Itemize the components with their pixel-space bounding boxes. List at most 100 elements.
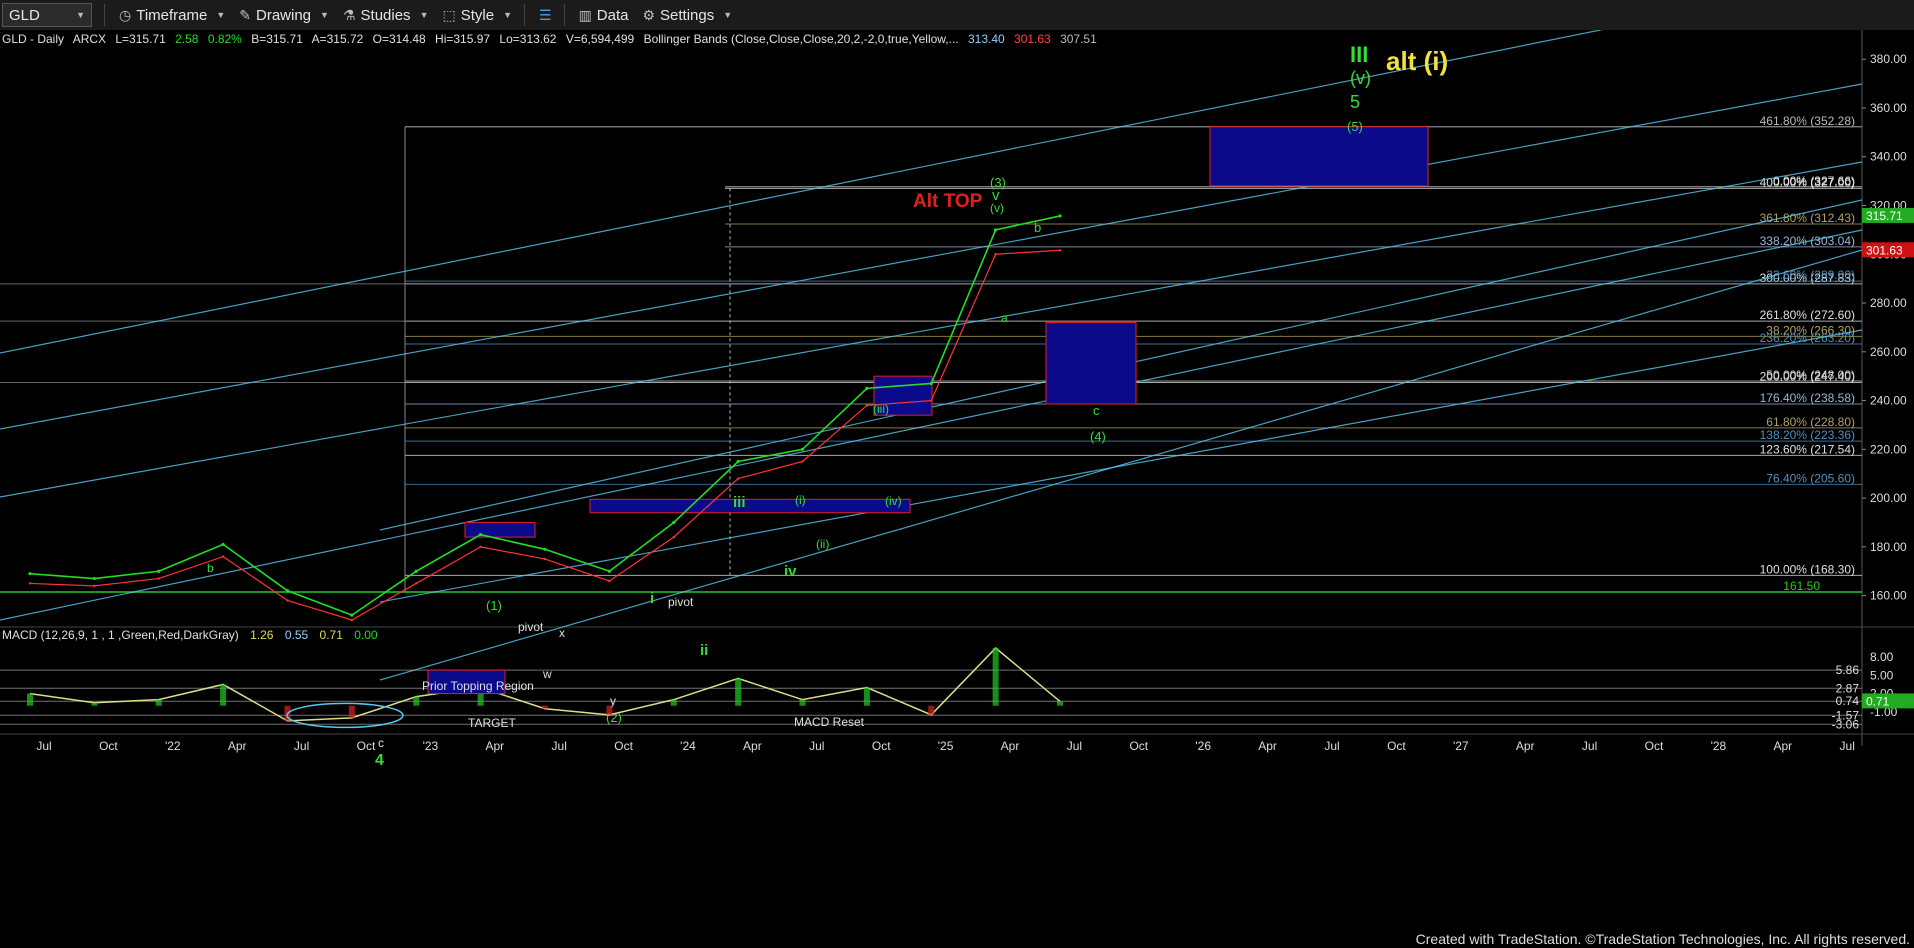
layout-icon: ☰: [539, 6, 552, 23]
price-point: [672, 520, 676, 525]
header-change: 2.58: [175, 32, 199, 46]
data-button[interactable]: ▥ Data: [579, 7, 629, 24]
price-tick-label: 180.00: [1870, 540, 1907, 554]
macd-level-label: -3.06: [1832, 717, 1860, 731]
chevron-down-icon: ▼: [419, 10, 429, 20]
wave-label-5-paren: (5): [1347, 119, 1363, 134]
chevron-down-icon: ▼: [320, 10, 329, 20]
macd-histogram-bar: [799, 699, 806, 706]
macd-histogram-bar: [928, 705, 935, 715]
style-button[interactable]: ⬚ Style ▼: [442, 7, 512, 24]
wave-label-v-paren-top: (v): [1350, 68, 1371, 88]
time-axis-label: Jul: [1067, 739, 1082, 753]
layout-button[interactable]: ☰: [539, 7, 552, 24]
bollinger-point: [28, 582, 32, 585]
macd-level-label: 0.74: [1836, 694, 1860, 708]
macd-level-label: 5.86: [1836, 663, 1860, 677]
wave-label-w: w: [542, 667, 552, 681]
price-tick-label: 260.00: [1870, 345, 1907, 359]
wave-label-ii-paren: (ii): [816, 537, 829, 551]
price-point: [929, 381, 933, 386]
bb-lower-tag: 301.63: [1866, 243, 1903, 257]
wave-label-III: III: [1350, 42, 1368, 67]
header-bb-lower: 301.63: [1014, 32, 1051, 46]
macd-header: MACD (12,26,9, 1 , 1 ,Green,Red,DarkGray…: [2, 628, 378, 642]
bar-chart-icon: ▥: [578, 6, 592, 23]
timeframe-button[interactable]: ◷ Timeframe ▼: [119, 7, 225, 24]
header-last: L=315.71: [115, 32, 166, 46]
macd-level-label: 2.87: [1836, 681, 1860, 695]
time-axis-label: Oct: [1129, 739, 1148, 753]
fib-level-label: 50.00% (248.00): [1766, 368, 1855, 382]
macd-label: MACD (12,26,9, 1 , 1 ,Green,Red,DarkGray…: [2, 628, 239, 642]
wave-label-a: a: [1001, 311, 1008, 325]
macd-histogram-bar: [348, 705, 355, 718]
drawing-label: Drawing: [256, 6, 312, 24]
time-axis-label: '23: [423, 739, 439, 753]
settings-button[interactable]: ⚙ Settings ▼: [642, 7, 732, 24]
price-point: [350, 613, 354, 617]
pivot-label-2: pivot: [518, 620, 544, 634]
bollinger-point: [865, 404, 869, 407]
macd-histogram-bar: [542, 705, 548, 709]
header-instrument: GLD - Daily: [2, 32, 64, 46]
studies-button[interactable]: ⚗ Studies ▼: [343, 7, 429, 24]
price-point: [994, 228, 998, 232]
style-label: Style: [460, 6, 495, 24]
time-axis-label: Oct: [99, 739, 118, 753]
price-tick-label: 360.00: [1870, 101, 1907, 115]
wave-label-ii: ii: [700, 642, 708, 659]
macd-histogram-bar: [1057, 701, 1063, 706]
bollinger-point: [415, 582, 418, 585]
chart-toolbar: GLD ▼ ◷ Timeframe ▼ ✎ Drawing ▼ ⚗ Studie…: [0, 0, 1914, 31]
macd-histogram-bar: [735, 678, 742, 706]
macd-histogram-bar: [91, 702, 98, 706]
price-tick-label: 240.00: [1870, 394, 1907, 408]
price-chart[interactable]: GLD - Daily ARCX L=315.71 2.58 0.82% B=3…: [0, 30, 1914, 930]
footer: Created with TradeStation. ©TradeStation…: [0, 930, 1914, 948]
price-point: [607, 569, 611, 573]
data-label: Data: [596, 6, 629, 24]
time-axis-label: Jul: [1840, 739, 1855, 753]
header-change-pct: 0.82%: [208, 32, 242, 46]
time-axis-label: Jul: [294, 739, 309, 753]
gear-icon: ⚙: [642, 6, 656, 23]
price-point: [736, 459, 740, 464]
wave-label-b: b: [1034, 220, 1041, 235]
price-tick-label: 340.00: [1870, 150, 1907, 164]
price-point: [92, 576, 96, 581]
price-point: [543, 547, 547, 551]
settings-label: Settings: [660, 6, 715, 24]
bollinger-point: [157, 577, 160, 580]
time-axis-label: Oct: [357, 739, 376, 753]
prior-topping-label: Prior Topping Region: [422, 679, 534, 693]
bollinger-point: [672, 535, 675, 539]
drawing-button[interactable]: ✎ Drawing ▼: [239, 7, 329, 24]
time-axis-label: Apr: [743, 739, 762, 753]
time-axis-label: '27: [1453, 739, 1469, 753]
symbol-selector[interactable]: GLD ▼: [2, 3, 92, 27]
wave-label-alt-i: alt (i): [1386, 46, 1448, 76]
macd-histogram-bar: [155, 699, 162, 706]
time-axis-label: Jul: [36, 739, 51, 753]
style-icon: ⬚: [442, 6, 456, 23]
wave-label-4: 4: [375, 752, 384, 769]
header-exchange: ARCX: [73, 32, 106, 46]
macd-tick-label: 5.00: [1870, 668, 1894, 682]
fib-level-label: 138.20% (223.36): [1760, 428, 1855, 442]
price-point: [285, 589, 290, 593]
toolbar-divider: [104, 4, 105, 26]
target-box-5: [1209, 126, 1429, 187]
time-axis-label: Apr: [485, 739, 504, 753]
wave-label-c: c: [1093, 403, 1100, 418]
pivot-label-1: pivot: [668, 595, 694, 609]
time-axis-label: Oct: [1387, 739, 1406, 753]
wave-label-v-paren: (v): [990, 201, 1004, 215]
wave-label-x: x: [559, 626, 565, 640]
footer-text: Created with TradeStation. ©TradeStation…: [1415, 931, 1910, 947]
bollinger-point: [221, 555, 225, 558]
flask-icon: ⚗: [342, 6, 356, 23]
last-price-tag: 315.71: [1866, 209, 1903, 223]
fib-level-label: 23.60% (289.00): [1766, 268, 1855, 282]
fib-level-label: 361.80% (312.43): [1760, 211, 1855, 225]
